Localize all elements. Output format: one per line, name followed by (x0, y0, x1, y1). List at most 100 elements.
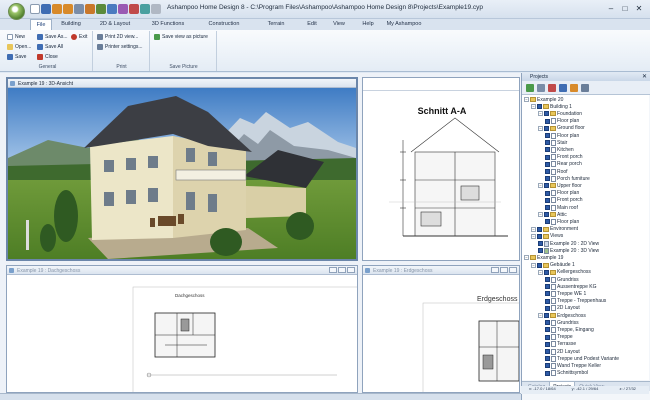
visibility-checkbox[interactable] (545, 190, 550, 196)
tree-item[interactable]: Floor plan (545, 118, 579, 125)
visibility-checkbox[interactable] (545, 147, 550, 153)
visibility-checkbox[interactable] (537, 233, 542, 239)
tree-item[interactable]: Floor plan (545, 132, 579, 139)
tree-item[interactable]: − Attic (538, 211, 567, 218)
visibility-checkbox[interactable] (538, 248, 543, 254)
collapse-icon[interactable]: − (531, 104, 536, 110)
tree-item[interactable]: Grundriss (545, 276, 579, 283)
visibility-checkbox[interactable] (545, 370, 550, 376)
app-logo-icon[interactable] (8, 3, 25, 20)
pane-maximize-button[interactable] (500, 267, 508, 273)
tab-3d-functions[interactable]: 3D Functions (140, 19, 196, 30)
visibility-checkbox[interactable] (545, 363, 550, 369)
tree-item[interactable]: − Example 19 (524, 254, 563, 261)
tree-item[interactable]: Porch furniture (545, 175, 590, 182)
collapse-icon[interactable]: − (538, 125, 543, 131)
exit-button[interactable]: Exit (71, 34, 87, 40)
visibility-checkbox[interactable] (545, 140, 550, 146)
collapse-icon[interactable]: − (531, 262, 536, 268)
tab-terrain[interactable]: Terrain (252, 19, 300, 30)
tab-2d-layout[interactable]: 2D & Layout (90, 19, 140, 30)
tree-item[interactable]: 2D Layout (545, 348, 580, 355)
visibility-checkbox[interactable] (545, 176, 550, 182)
tree-item[interactable]: Stair (545, 139, 567, 146)
pane-minimize-button[interactable] (491, 267, 499, 273)
tree-item[interactable]: Schnittsymbol (545, 370, 588, 377)
visibility-checkbox[interactable] (544, 183, 549, 189)
visibility-checkbox[interactable] (545, 205, 550, 210)
visibility-checkbox[interactable] (545, 349, 550, 354)
visibility-checkbox[interactable] (545, 356, 550, 362)
collapse-icon[interactable]: − (538, 269, 543, 275)
visibility-checkbox[interactable] (545, 334, 550, 340)
tree-item[interactable]: − Upper floor (538, 182, 582, 189)
save-all-button[interactable]: Save All (37, 44, 63, 50)
visibility-checkbox[interactable] (537, 104, 542, 110)
tree-item[interactable]: − Environment (531, 226, 578, 233)
tree-item[interactable]: Main roof (545, 204, 578, 211)
collapse-icon[interactable]: − (538, 111, 543, 117)
visibility-checkbox[interactable] (545, 298, 550, 304)
pane-close-button[interactable] (347, 267, 355, 273)
tree-item[interactable]: Kitchen (545, 146, 574, 153)
tree-item[interactable]: − Building 1 (531, 103, 572, 110)
visibility-checkbox[interactable] (544, 111, 549, 117)
tree-item[interactable]: Wand Treppe Keller (545, 362, 601, 369)
tree-item[interactable]: Front porch (545, 154, 583, 161)
tab-building[interactable]: Building (52, 19, 90, 30)
visibility-checkbox[interactable] (545, 154, 550, 160)
edit-icon[interactable] (537, 84, 545, 92)
minimize-button[interactable]: – (604, 2, 618, 15)
tree-item[interactable]: Treppe, Eingang (545, 326, 594, 333)
tree-item[interactable]: Front porch (545, 197, 583, 204)
collapse-icon[interactable]: − (531, 226, 536, 232)
visibility-checkbox[interactable] (545, 219, 550, 225)
tree-item[interactable]: Rear porch (545, 161, 582, 168)
tree-item[interactable]: Floor plan (545, 218, 579, 225)
tab-help[interactable]: Help (354, 19, 382, 30)
collapse-icon[interactable]: − (524, 97, 529, 102)
save-view-picture-button[interactable]: Save view as picture (154, 34, 208, 40)
tree-item[interactable]: Floor plan (545, 190, 579, 197)
tree-item[interactable]: Example 20 : 3D View (538, 247, 599, 254)
visibility-checkbox[interactable] (537, 262, 542, 268)
tree-item[interactable]: − Example 20 (524, 96, 563, 103)
tree-item[interactable]: − Views (531, 233, 563, 240)
tree-item[interactable]: − Kellergeschoss (538, 269, 591, 276)
panel-close-icon[interactable]: ✕ (642, 73, 647, 80)
camera-icon[interactable] (559, 84, 567, 92)
tab-my-ashampoo[interactable]: My Ashampoo (382, 19, 426, 30)
tree-item[interactable]: Grundriss (545, 319, 579, 326)
tree-item[interactable]: Example 20 : 2D View (538, 240, 599, 247)
tab-edit[interactable]: Edit (300, 19, 324, 30)
pane-maximize-button[interactable] (338, 267, 346, 273)
tree-item[interactable]: Aussentreppe KG (545, 283, 596, 290)
tree-item[interactable]: Treppe und Podest Variante (545, 355, 619, 362)
maximize-button[interactable]: □ (618, 2, 632, 15)
pane-close-button[interactable] (509, 267, 517, 273)
visibility-checkbox[interactable] (538, 241, 543, 246)
tree-item[interactable]: − Foundation (538, 110, 582, 117)
visibility-checkbox[interactable] (545, 341, 550, 347)
check-icon[interactable] (526, 84, 534, 92)
collapse-icon[interactable]: − (538, 183, 543, 189)
visibility-checkbox[interactable] (544, 269, 549, 275)
tree-item[interactable]: − Ground floor (538, 125, 585, 132)
new-button[interactable]: New (7, 34, 25, 40)
visibility-checkbox[interactable] (544, 313, 549, 318)
tree-item[interactable]: Roof (545, 168, 568, 175)
project-tree[interactable]: − Example 20− Building 1− Foundation Floor p… (522, 95, 649, 380)
tree-item[interactable]: Treppe - Treppenhaus (545, 298, 606, 305)
printer-settings-button[interactable]: Printer settings... (97, 44, 143, 50)
save-button[interactable]: Save (7, 54, 26, 60)
tree-item[interactable]: 2D Layout (545, 305, 580, 312)
visibility-checkbox[interactable] (545, 291, 550, 297)
pane-erdgeschoss[interactable]: Example 19 : Erdgeschoss Erdgeschoss (362, 265, 520, 393)
visibility-checkbox[interactable] (545, 320, 550, 326)
palette-icon[interactable] (570, 84, 578, 92)
tree-item[interactable]: Terrasse (545, 341, 576, 348)
pane-section-view[interactable]: Schnitt A-A (362, 77, 520, 261)
collapse-icon[interactable]: − (531, 233, 536, 239)
tree-item[interactable]: Treppe WE 1 (545, 290, 586, 297)
visibility-checkbox[interactable] (545, 169, 550, 174)
